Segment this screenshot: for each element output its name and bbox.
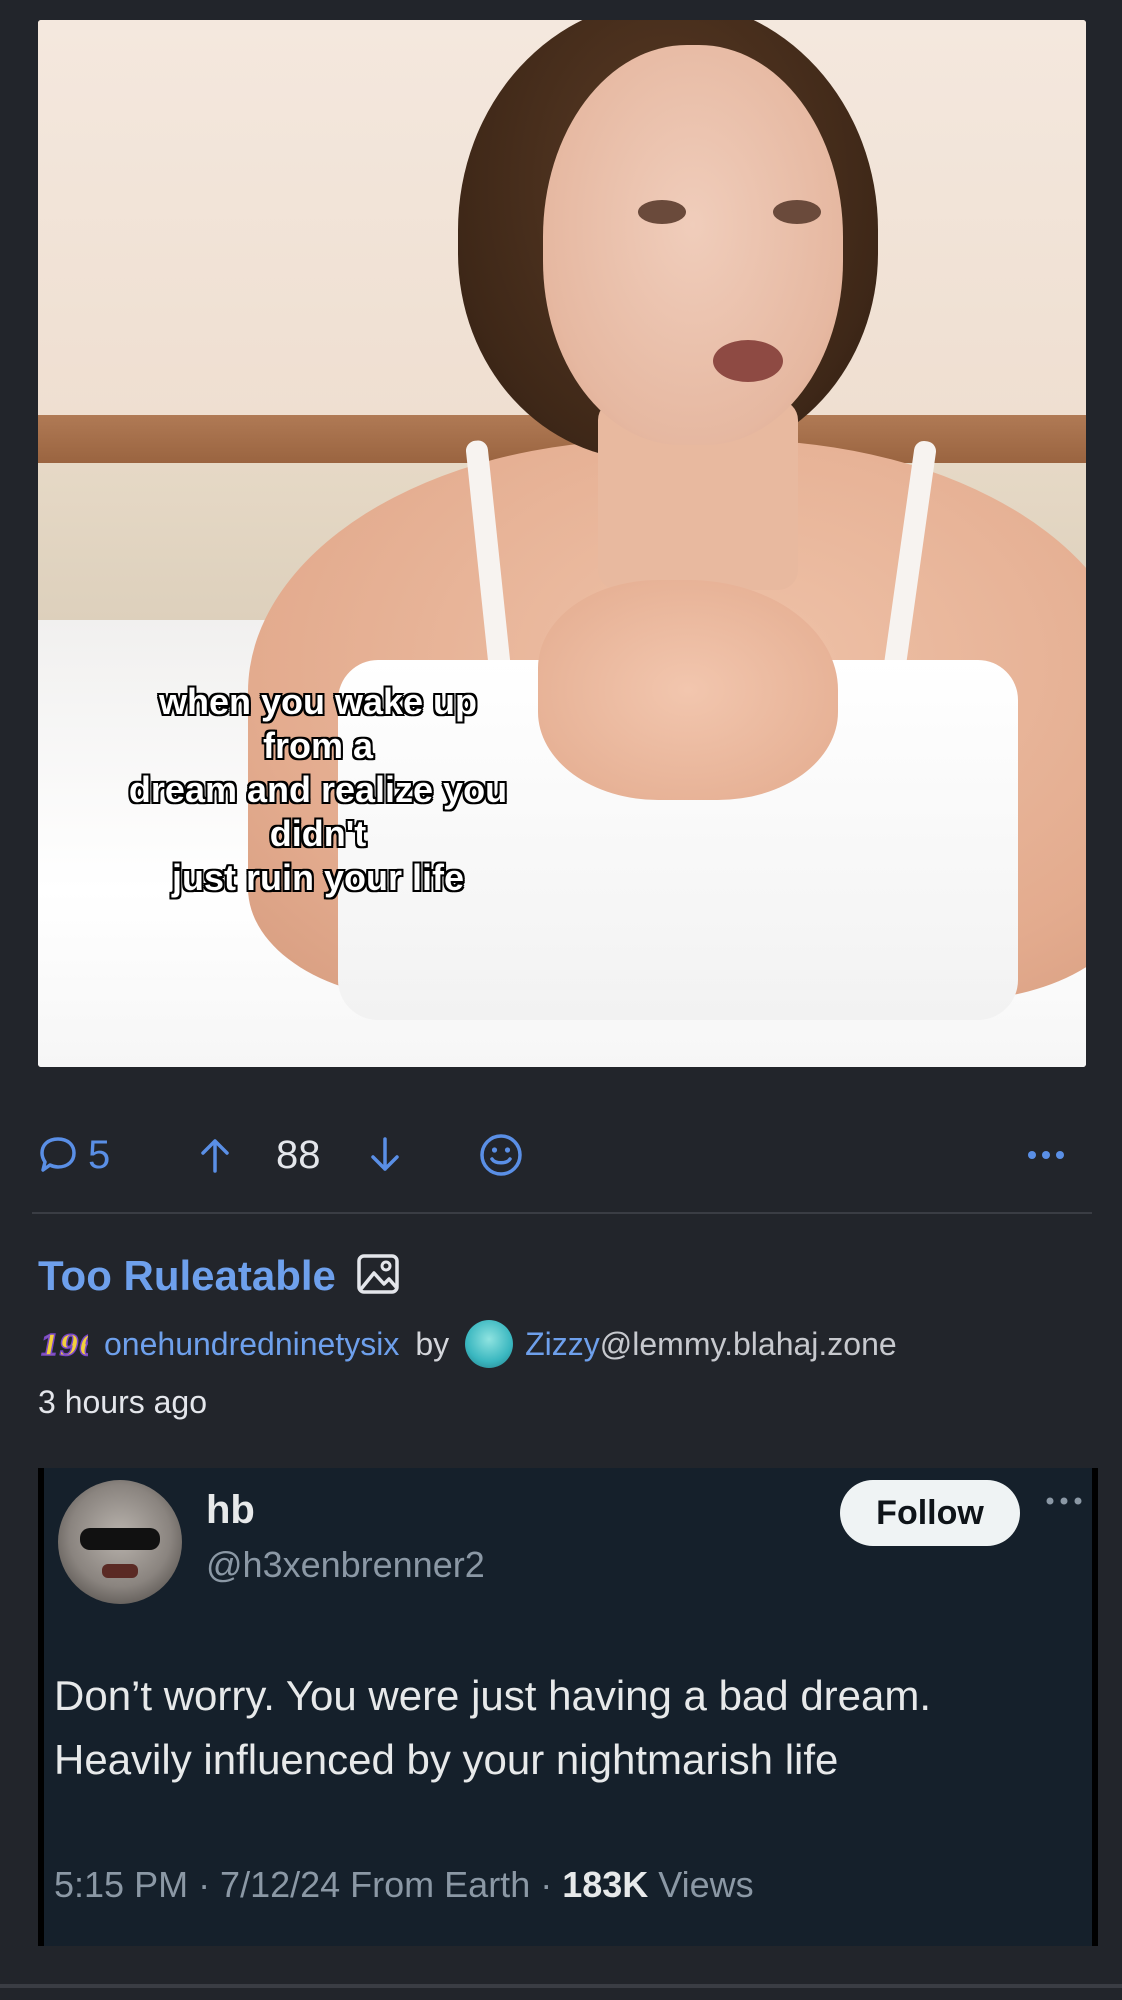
arrow-down-icon — [368, 1135, 402, 1175]
post-title[interactable]: Too Ruleatable — [38, 1252, 336, 1300]
image-hands — [538, 580, 838, 800]
image-eye — [773, 200, 821, 224]
ellipsis-icon — [1026, 1149, 1066, 1161]
image-icon — [356, 1253, 400, 1300]
tweet-timestamp: 5:15 PM · 7/12/24 From Earth · — [54, 1864, 553, 1905]
react-button[interactable] — [478, 1120, 524, 1190]
tweet-follow-button: Follow — [840, 1480, 1020, 1546]
feed-divider — [0, 1984, 1122, 1988]
post-title-row: Too Ruleatable — [38, 1248, 400, 1304]
avatar-mouth — [102, 1564, 138, 1578]
tweet-display-name: hb — [206, 1488, 255, 1532]
tweet-text: Don’t worry. You were just having a bad … — [54, 1672, 932, 1783]
community-logo-icon: 196 — [38, 1321, 99, 1367]
image-eye — [638, 200, 686, 224]
tweet-views-count: 183K — [562, 1864, 649, 1905]
author-link[interactable]: Zizzy — [525, 1326, 600, 1363]
image-mouth — [713, 340, 783, 382]
tweet-handle: @h3xenbrenner2 — [206, 1544, 485, 1585]
top-strip — [0, 0, 1122, 20]
author-instance: @lemmy.blahaj.zone — [599, 1325, 897, 1362]
arrow-up-icon — [198, 1135, 232, 1175]
more-options-button[interactable] — [1026, 1120, 1066, 1190]
author-avatar[interactable] — [465, 1320, 514, 1368]
post-image[interactable]: when you wake up from a dream and realiz… — [38, 20, 1086, 1067]
meme-caption: when you wake up from a dream and realiz… — [128, 681, 508, 898]
smiley-icon — [478, 1132, 524, 1178]
tweet-avatar — [58, 1480, 182, 1604]
post-timestamp: 3 hours ago — [38, 1383, 208, 1420]
upvote-button[interactable] — [198, 1120, 232, 1190]
community-badge: 196 — [40, 1329, 88, 1362]
post-action-bar: 5 88 — [38, 1120, 1086, 1190]
tweet-screenshot[interactable]: hb @h3xenbrenner2 Follow Don’t worry. Yo… — [38, 1468, 1098, 1946]
score: 88 — [276, 1120, 321, 1190]
comments-count: 5 — [88, 1132, 111, 1177]
community-link[interactable]: onehundredninetysix — [104, 1326, 399, 1363]
tweet-views-label: Views — [658, 1864, 754, 1905]
tweet-footer: 5:15 PM · 7/12/24 From Earth · 183K View… — [54, 1864, 754, 1906]
downvote-button[interactable] — [368, 1120, 402, 1190]
comments-button[interactable]: 5 — [38, 1120, 110, 1190]
by-label: by — [415, 1325, 450, 1362]
tweet-ellipsis-icon — [1044, 1494, 1084, 1512]
image-person-face — [543, 45, 843, 445]
score-value: 88 — [276, 1132, 321, 1177]
post-divider — [32, 1212, 1092, 1214]
comment-icon — [38, 1135, 78, 1175]
avatar-glasses — [80, 1528, 160, 1550]
post-meta: 196 onehundredninetysix by Zizzy @lemmy.… — [38, 1318, 897, 1370]
